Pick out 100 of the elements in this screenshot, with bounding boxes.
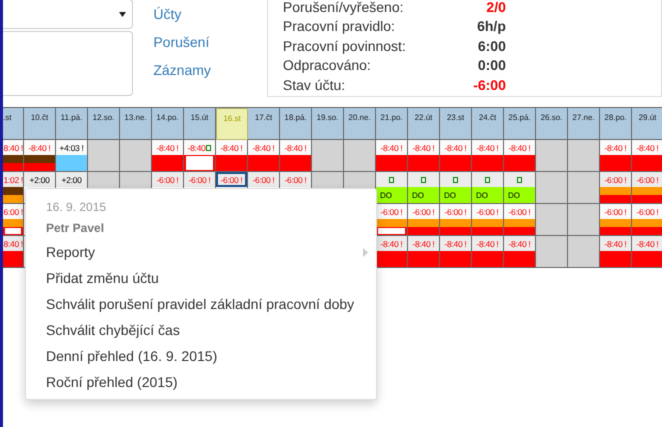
- day-cell[interactable]: -8:40 !: [24, 140, 55, 155]
- time-value: -6:00 !: [604, 206, 626, 216]
- day-cell[interactable]: -6:00 !: [632, 172, 662, 187]
- day-cell[interactable]: -8:40 !: [440, 140, 471, 155]
- day-cell[interactable]: -8:40 !: [632, 236, 662, 251]
- day-cell[interactable]: -8:40 !: [472, 236, 503, 251]
- day-cell[interactable]: +4:03 !: [56, 140, 87, 155]
- day-cell[interactable]: -8:40 !: [248, 140, 279, 155]
- day-cell[interactable]: -8:40 !: [472, 140, 503, 155]
- column-header[interactable]: 19.so.: [312, 108, 344, 140]
- summary-label: Odpracováno:: [282, 57, 372, 74]
- menu-item[interactable]: Reporty: [26, 239, 376, 265]
- time-value: -6:00 !: [156, 174, 178, 184]
- day-cell[interactable]: -6:00 !: [472, 204, 503, 219]
- day-cell[interactable]: [472, 172, 503, 187]
- menu-item[interactable]: Přidat změnu účtu: [26, 265, 376, 291]
- time-bar: DO: [504, 187, 535, 203]
- time-value: -8:40 !: [476, 142, 498, 152]
- day-cell[interactable]: -8:40 !: [408, 140, 439, 155]
- menu-item[interactable]: Denní přehled (16. 9. 2015): [26, 343, 376, 369]
- column-header[interactable]: 11.pá.: [56, 108, 88, 140]
- day-cell[interactable]: -8:40 !: [600, 236, 631, 251]
- nav-link[interactable]: Porušení: [153, 32, 267, 52]
- day-cell[interactable]: [440, 172, 471, 187]
- day-cell[interactable]: -6:00 !: [376, 204, 407, 219]
- day-cell[interactable]: -6:00 !: [408, 204, 439, 219]
- time-value: -6:00 !: [604, 174, 626, 184]
- day-cell[interactable]: -8:40 !: [280, 140, 311, 155]
- nav-link[interactable]: Záznamy: [153, 60, 267, 80]
- column-header[interactable]: 17.čt: [248, 108, 280, 140]
- time-value: -6:00 !: [444, 206, 466, 216]
- column-header[interactable]: 14.po.: [152, 108, 184, 140]
- nav-link[interactable]: Účty: [153, 4, 267, 24]
- column-header[interactable]: 16.st: [216, 108, 248, 140]
- column-header[interactable]: 12.so.: [88, 108, 120, 140]
- column-header[interactable]: 28.po.: [600, 108, 632, 140]
- day-cell[interactable]: -6:00 !: [632, 204, 662, 219]
- column-header[interactable]: 13.ne.: [120, 108, 152, 140]
- summary-value: -6:00: [472, 76, 506, 93]
- day-cell[interactable]: -6:00 !: [600, 172, 631, 187]
- column-header[interactable]: .st: [3, 108, 24, 140]
- day-cell[interactable]: -8:40: [184, 140, 215, 155]
- day-cell[interactable]: -8:40 !: [632, 140, 662, 155]
- time-value: +2:00: [29, 174, 50, 184]
- column-header[interactable]: 26.so.: [536, 108, 568, 140]
- day-cell[interactable]: -6:00 !: [216, 172, 247, 187]
- day-cell[interactable]: -6:00 !: [280, 172, 311, 187]
- column-header[interactable]: 24.čt: [472, 108, 504, 140]
- time-value: -8:40 !: [508, 142, 530, 152]
- day-cell[interactable]: -6:00 !: [248, 172, 279, 187]
- time-value: -8:40 !: [636, 142, 658, 152]
- day-cell[interactable]: -8:40 !: [152, 140, 183, 155]
- time-value: -8:40 !: [380, 238, 402, 248]
- column-header[interactable]: 22.út: [408, 108, 440, 140]
- column-header[interactable]: 15.út: [184, 108, 216, 140]
- time-bar: DO: [376, 187, 407, 203]
- day-cell[interactable]: +2:00: [24, 172, 55, 187]
- time-value: -8:40 !: [28, 142, 50, 152]
- day-cell[interactable]: [408, 172, 439, 187]
- day-cell[interactable]: -8:40 !: [600, 140, 631, 155]
- time-value: -8:40 !: [252, 142, 274, 152]
- day-cell[interactable]: [376, 172, 407, 187]
- menu-item[interactable]: Roční přehled (2015): [26, 369, 376, 395]
- day-cell[interactable]: -6:00 !: [152, 172, 183, 187]
- column-header[interactable]: 18.pá.: [280, 108, 312, 140]
- day-cell[interactable]: [504, 172, 535, 187]
- summary-label: Stav účtu:: [282, 76, 346, 93]
- column-header[interactable]: 20.ne.: [344, 108, 376, 140]
- time-value: -8:40 !: [604, 142, 626, 152]
- column-header[interactable]: 27.ne.: [568, 108, 600, 140]
- time-value: -8:40 !: [412, 142, 434, 152]
- day-cell[interactable]: -8:40 !: [440, 236, 471, 251]
- menu-item-label: Reporty: [46, 243, 96, 262]
- day-cell[interactable]: -8:40 !: [376, 236, 407, 251]
- day-cell[interactable]: -8:40 !: [216, 140, 247, 155]
- summary-value: 6:00: [476, 38, 506, 54]
- menu-item[interactable]: Schválit chybějící čas: [26, 317, 376, 343]
- summary-label: Pracovní pravidlo:: [282, 18, 396, 34]
- day-cell[interactable]: +2:00: [56, 172, 87, 187]
- time-value: -6:00 !: [412, 206, 434, 216]
- time-value: -8:40 !: [476, 238, 498, 248]
- day-cell[interactable]: -8:40 !: [504, 236, 535, 251]
- time-value: -8:40 !: [220, 142, 242, 152]
- column-header[interactable]: 21.po.: [376, 108, 408, 140]
- time-value: +2:00: [61, 174, 82, 184]
- column-header[interactable]: 10.čt: [24, 108, 56, 140]
- day-cell[interactable]: -6:00 !: [184, 172, 215, 187]
- day-cell[interactable]: -8:40 !: [376, 140, 407, 155]
- time-bar: DO: [440, 187, 471, 203]
- column-header[interactable]: 29.út: [632, 108, 662, 140]
- column-header[interactable]: 23.st: [440, 108, 472, 140]
- day-cell[interactable]: -8:40 !: [504, 140, 535, 155]
- day-cell[interactable]: -6:00 !: [600, 204, 631, 219]
- time-value: -6:00 !: [252, 174, 274, 184]
- menu-date: 16. 9. 2015: [45, 199, 108, 216]
- day-cell[interactable]: -6:00 !: [504, 204, 535, 219]
- day-cell[interactable]: -6:00 !: [440, 204, 471, 219]
- menu-item[interactable]: Schválit porušení pravidel základní pracovní doby: [26, 291, 376, 317]
- column-header[interactable]: 25.pá.: [504, 108, 536, 140]
- day-cell[interactable]: -8:40 !: [408, 236, 439, 251]
